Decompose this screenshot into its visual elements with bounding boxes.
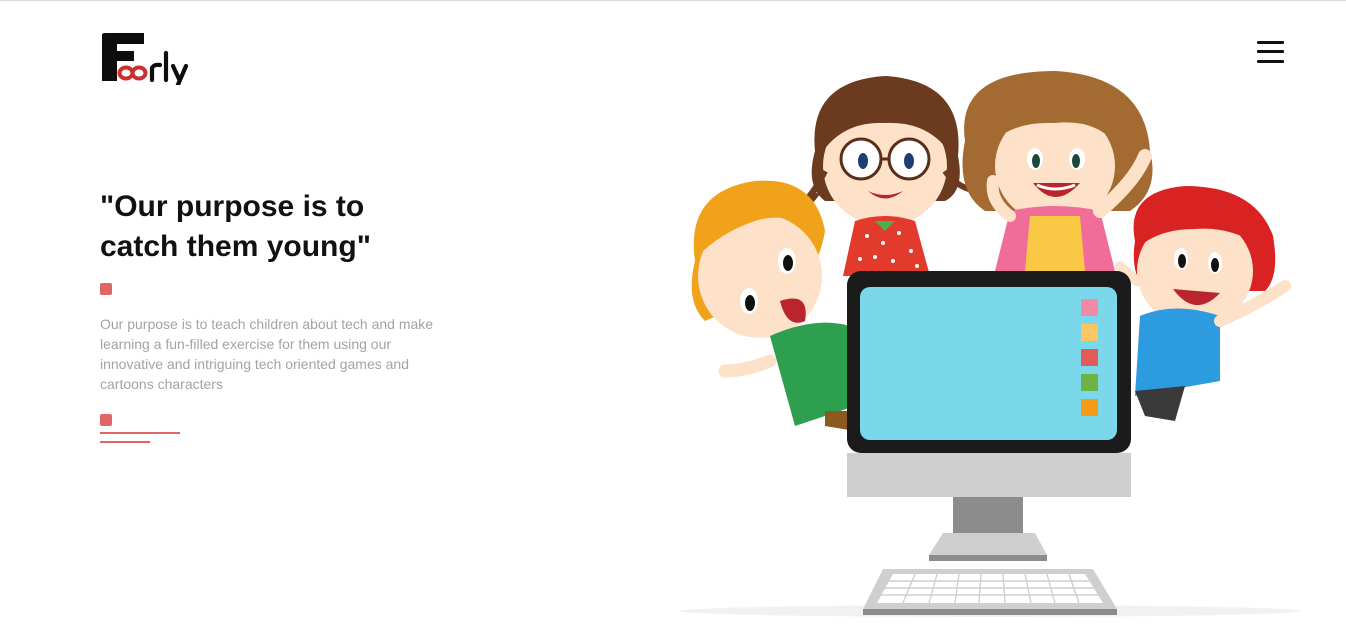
kids-computer-illustration	[680, 71, 1300, 617]
decorative-line-short	[100, 441, 150, 443]
menu-bar-middle	[1257, 50, 1284, 53]
screen-swatch-yellow	[1081, 324, 1098, 341]
decorative-line-long	[100, 432, 180, 434]
accent-square-top	[100, 283, 112, 295]
screen-swatch-orange	[1081, 399, 1098, 416]
screen-swatch-green	[1081, 374, 1098, 391]
hero-title-line-1: "Our purpose is to	[100, 190, 365, 223]
boy-with-red-hair	[1115, 186, 1291, 421]
landing-page: "Our purpose is to catch them young" Our…	[0, 0, 1346, 632]
girl-with-curly-hair	[962, 71, 1153, 271]
computer	[847, 271, 1131, 615]
hero-title-line-2: catch them young"	[100, 230, 371, 263]
screen-swatch-pink	[1081, 299, 1098, 316]
hero-title: "Our purpose is to catch them young"	[100, 187, 420, 267]
accent-square-bottom	[100, 414, 112, 426]
hero-description: Our purpose is to teach children about t…	[100, 316, 434, 392]
foorly-logo[interactable]	[100, 31, 200, 85]
girl-with-glasses	[801, 76, 976, 276]
monitor-neck	[953, 497, 1023, 533]
screen-swatch-red	[1081, 349, 1098, 366]
monitor-screen	[860, 287, 1117, 440]
boy-with-orange-hair	[691, 180, 855, 431]
monitor-base	[929, 533, 1047, 555]
menu-bar-top	[1257, 41, 1284, 44]
